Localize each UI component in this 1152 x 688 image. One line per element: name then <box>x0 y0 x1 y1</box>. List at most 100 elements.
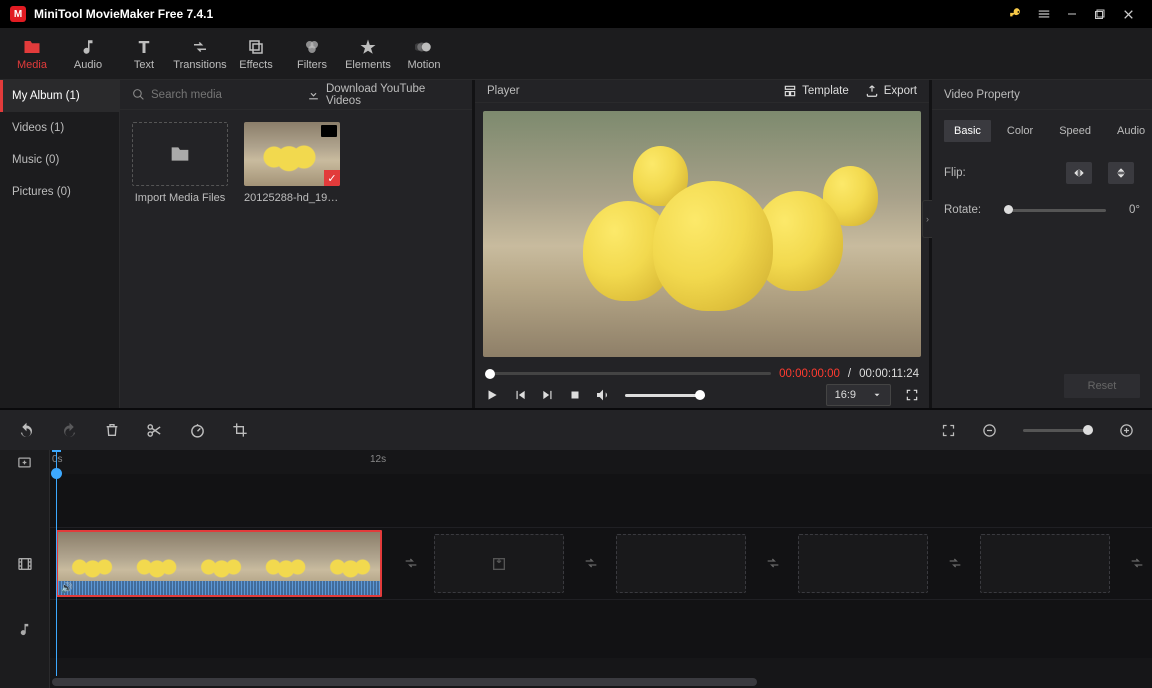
ribbon-transitions[interactable]: Transitions <box>172 28 228 80</box>
sidebar-item-pictures[interactable]: Pictures (0) <box>0 176 119 208</box>
tab-speed[interactable]: Speed <box>1049 120 1101 142</box>
transition-slot-icon[interactable] <box>578 550 604 576</box>
media-thumbnail[interactable]: ✓ <box>244 122 340 186</box>
video-badge-icon <box>321 125 337 137</box>
time-current: 00:00:00:00 <box>779 368 840 380</box>
folder-icon <box>22 37 42 57</box>
ribbon-label: Effects <box>239 59 272 71</box>
export-button[interactable]: Export <box>865 84 917 98</box>
aspect-ratio-select[interactable]: 16:9 <box>826 384 891 406</box>
transition-slot-icon[interactable] <box>398 550 424 576</box>
transition-icon <box>191 37 209 57</box>
effects-track[interactable] <box>50 474 1152 528</box>
stop-button[interactable] <box>569 389 581 401</box>
ribbon-elements[interactable]: Elements <box>340 28 396 80</box>
ribbon-effects[interactable]: Effects <box>228 28 284 80</box>
crop-button[interactable] <box>232 422 248 438</box>
zoom-in-button[interactable] <box>1119 423 1134 438</box>
app-title: MiniTool MovieMaker Free 7.4.1 <box>34 7 213 21</box>
empty-clip-slot[interactable] <box>434 534 564 593</box>
volume-slider[interactable] <box>625 394 705 397</box>
play-button[interactable] <box>485 388 499 402</box>
selected-check-icon: ✓ <box>324 170 340 186</box>
flip-vertical-button[interactable] <box>1108 162 1134 184</box>
time-total: 00:00:11:24 <box>859 368 919 380</box>
video-track[interactable]: 🔊 <box>50 528 1152 600</box>
close-icon[interactable] <box>1114 0 1142 28</box>
prev-frame-button[interactable] <box>513 388 527 402</box>
ribbon-label: Motion <box>407 59 440 71</box>
tab-basic[interactable]: Basic <box>944 120 991 142</box>
ribbon-audio[interactable]: Audio <box>60 28 116 80</box>
upgrade-key-icon[interactable] <box>1002 0 1030 28</box>
zoom-fit-button[interactable] <box>941 423 956 438</box>
transition-slot-icon[interactable] <box>942 550 968 576</box>
clip-audio-icon: 🔊 <box>61 582 73 594</box>
flip-label: Flip: <box>944 167 994 179</box>
sidebar-item-music[interactable]: Music (0) <box>0 144 119 176</box>
menu-icon[interactable] <box>1030 0 1058 28</box>
playhead[interactable] <box>56 450 57 676</box>
template-button[interactable]: Template <box>783 84 849 98</box>
sidebar-item-videos[interactable]: Videos (1) <box>0 112 119 144</box>
text-icon <box>135 37 153 57</box>
ribbon-media[interactable]: Media <box>4 28 60 80</box>
ribbon-label: Elements <box>345 59 391 71</box>
import-media-button[interactable] <box>132 122 228 186</box>
props-title: Video Property <box>944 89 1020 101</box>
split-button[interactable] <box>146 422 163 439</box>
next-frame-button[interactable] <box>541 388 555 402</box>
music-note-icon <box>79 37 97 57</box>
zoom-out-button[interactable] <box>982 423 997 438</box>
video-preview[interactable] <box>483 111 921 357</box>
elements-icon <box>359 37 377 57</box>
timeline-ruler[interactable]: 0s 12s <box>50 450 1152 474</box>
transition-slot-icon[interactable] <box>1124 550 1150 576</box>
volume-icon[interactable] <box>595 387 611 403</box>
time-sep: / <box>848 368 851 380</box>
timeline-scrollbar[interactable] <box>50 678 1152 686</box>
delete-button[interactable] <box>104 422 120 438</box>
ribbon-motion[interactable]: Motion <box>396 28 452 80</box>
properties-panel: › Video Property Basic Color Speed Audio… <box>932 80 1152 408</box>
ribbon-label: Media <box>17 59 47 71</box>
media-sidebar: My Album (1) Videos (1) Music (0) Pictur… <box>0 80 120 408</box>
speed-button[interactable] <box>189 422 206 439</box>
panel-collapse-handle[interactable]: › <box>922 200 932 238</box>
player-title: Player <box>487 85 520 97</box>
chevron-down-icon <box>872 390 882 400</box>
rotate-label: Rotate: <box>944 204 994 216</box>
reset-button[interactable]: Reset <box>1064 374 1140 398</box>
media-panel: Download YouTube Videos Import Media Fil… <box>120 80 472 408</box>
template-icon <box>783 84 797 98</box>
main-ribbon: Media Audio Text Transitions Effects Fil… <box>0 28 1152 80</box>
titlebar: M MiniTool MovieMaker Free 7.4.1 <box>0 0 1152 28</box>
ribbon-text[interactable]: Text <box>116 28 172 80</box>
download-icon <box>307 88 320 101</box>
download-youtube-button[interactable]: Download YouTube Videos <box>307 83 460 107</box>
empty-clip-slot[interactable] <box>798 534 928 593</box>
search-input[interactable] <box>151 89 291 101</box>
redo-button[interactable] <box>61 422 78 439</box>
maximize-icon[interactable] <box>1086 0 1114 28</box>
undo-button[interactable] <box>18 422 35 439</box>
timeline-clip[interactable]: 🔊 <box>56 530 382 597</box>
transition-slot-icon[interactable] <box>760 550 786 576</box>
rotate-value: 0° <box>1116 204 1140 216</box>
playback-scrubber[interactable] <box>485 372 771 375</box>
timeline: 0s 12s 🔊 <box>0 408 1152 688</box>
empty-clip-slot[interactable] <box>980 534 1110 593</box>
tab-audio[interactable]: Audio <box>1107 120 1152 142</box>
ruler-tick: 0s <box>52 454 63 465</box>
zoom-slider[interactable] <box>1023 429 1093 432</box>
add-track-button[interactable] <box>0 450 49 474</box>
empty-clip-slot[interactable] <box>616 534 746 593</box>
fullscreen-button[interactable] <box>905 388 919 402</box>
flip-horizontal-button[interactable] <box>1066 162 1092 184</box>
audio-track[interactable] <box>50 600 1152 658</box>
tab-color[interactable]: Color <box>997 120 1043 142</box>
minimize-icon[interactable] <box>1058 0 1086 28</box>
sidebar-item-myalbum[interactable]: My Album (1) <box>0 80 119 112</box>
rotate-slider[interactable] <box>1004 209 1106 212</box>
ribbon-filters[interactable]: Filters <box>284 28 340 80</box>
